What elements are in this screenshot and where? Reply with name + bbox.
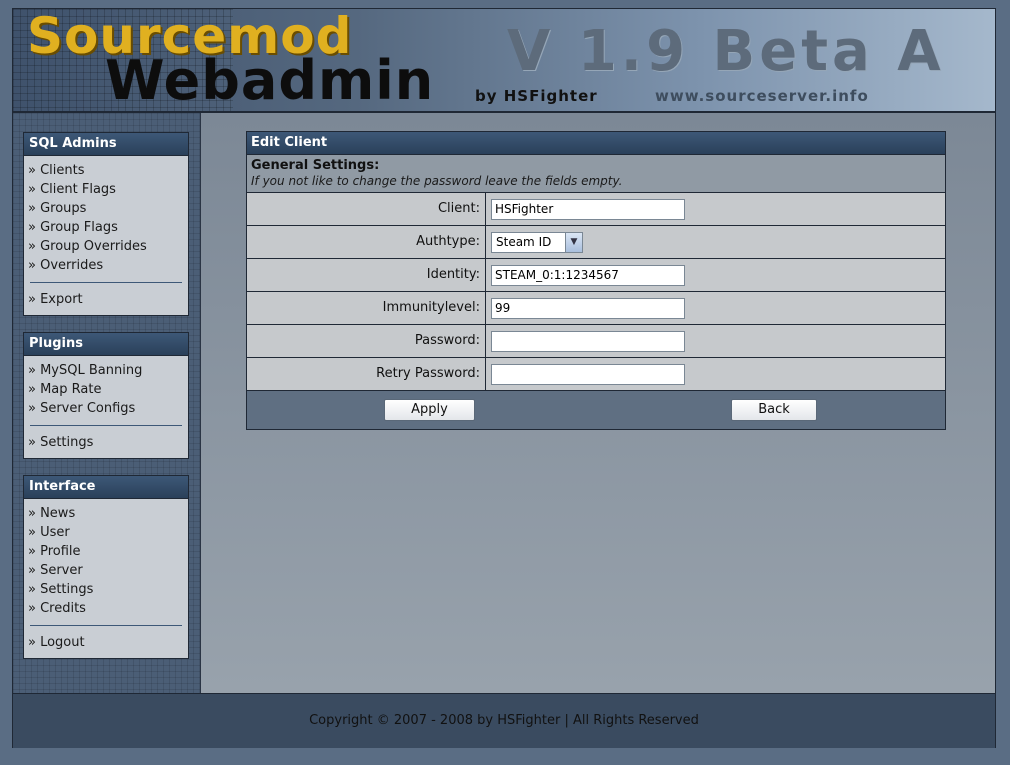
version-label: V 1.9 Beta A (507, 19, 945, 84)
form-row-identity: Identity: (247, 259, 945, 292)
form-row-authtype: Authtype: Steam ID ▼ (247, 226, 945, 259)
menu-interface: Interface » News » User » Profile » Serv… (23, 475, 189, 659)
sidebar-item-group-overrides[interactable]: » Group Overrides (28, 237, 184, 256)
header-banner: Sourcemod Webadmin by HSFighter V 1.9 Be… (13, 9, 995, 113)
edit-client-panel: Edit Client General Settings: If you not… (246, 131, 946, 430)
copyright-text: Copyright © 2007 - 2008 by HSFighter | A… (309, 713, 699, 728)
sidebar-item-export[interactable]: » Export (28, 290, 184, 309)
menu-divider (30, 625, 182, 626)
sidebar-item-groups[interactable]: » Groups (28, 199, 184, 218)
sidebar-item-news[interactable]: » News (28, 504, 184, 523)
chevron-down-icon[interactable]: ▼ (565, 232, 582, 252)
panel-button-bar: Apply Back (247, 391, 945, 429)
authtype-select[interactable]: Steam ID ▼ (491, 231, 583, 253)
apply-button[interactable]: Apply (384, 399, 475, 421)
menu-sql-admins: SQL Admins » Clients » Client Flags » Gr… (23, 132, 189, 316)
authtype-label: Authtype: (247, 226, 486, 258)
section-title: General Settings: (251, 158, 380, 173)
retry-password-label: Retry Password: (247, 358, 486, 390)
sidebar-item-mysql-banning[interactable]: » MySQL Banning (28, 361, 184, 380)
sidebar-item-profile[interactable]: » Profile (28, 542, 184, 561)
form-row-client: Client: (247, 193, 945, 226)
form-row-immunity: Immunitylevel: (247, 292, 945, 325)
sidebar-item-logout[interactable]: » Logout (28, 633, 184, 652)
sidebar-item-user[interactable]: » User (28, 523, 184, 542)
menu-title-interface: Interface (24, 476, 188, 499)
sidebar-item-clients[interactable]: » Clients (28, 161, 184, 180)
main-content: Edit Client General Settings: If you not… (201, 113, 995, 693)
immunity-input[interactable] (491, 297, 685, 319)
general-settings-section: General Settings: If you not like to cha… (247, 154, 945, 193)
menu-plugins: Plugins » MySQL Banning » Map Rate » Ser… (23, 332, 189, 459)
identity-input[interactable] (491, 264, 685, 286)
logo-webadmin: Webadmin (105, 49, 435, 112)
sidebar-item-plugin-settings[interactable]: » Settings (28, 433, 184, 452)
menu-divider (30, 425, 182, 426)
sidebar-item-settings[interactable]: » Settings (28, 580, 184, 599)
panel-title: Edit Client (247, 132, 945, 154)
identity-label: Identity: (247, 259, 486, 291)
client-input[interactable] (491, 198, 685, 220)
menu-divider (30, 282, 182, 283)
sidebar: SQL Admins » Clients » Client Flags » Gr… (13, 113, 201, 693)
sidebar-item-group-flags[interactable]: » Group Flags (28, 218, 184, 237)
section-note: If you not like to change the password l… (251, 174, 623, 188)
client-label: Client: (247, 193, 486, 225)
page-frame: Sourcemod Webadmin by HSFighter V 1.9 Be… (12, 8, 996, 748)
site-url: www.sourceserver.info (655, 87, 869, 105)
form-row-retry-password: Retry Password: (247, 358, 945, 391)
sidebar-item-client-flags[interactable]: » Client Flags (28, 180, 184, 199)
password-label: Password: (247, 325, 486, 357)
sidebar-item-server-configs[interactable]: » Server Configs (28, 399, 184, 418)
immunity-label: Immunitylevel: (247, 292, 486, 324)
password-input[interactable] (491, 330, 685, 352)
sidebar-item-credits[interactable]: » Credits (28, 599, 184, 618)
menu-title-plugins: Plugins (24, 333, 188, 356)
sidebar-item-server[interactable]: » Server (28, 561, 184, 580)
form-row-password: Password: (247, 325, 945, 358)
authtype-selected-value: Steam ID (496, 234, 552, 249)
back-button[interactable]: Back (731, 399, 817, 421)
sidebar-item-overrides[interactable]: » Overrides (28, 256, 184, 275)
menu-title-sql-admins: SQL Admins (24, 133, 188, 156)
footer: Copyright © 2007 - 2008 by HSFighter | A… (13, 693, 995, 748)
sidebar-item-map-rate[interactable]: » Map Rate (28, 380, 184, 399)
logo-author: by HSFighter (475, 87, 598, 105)
retry-password-input[interactable] (491, 363, 685, 385)
